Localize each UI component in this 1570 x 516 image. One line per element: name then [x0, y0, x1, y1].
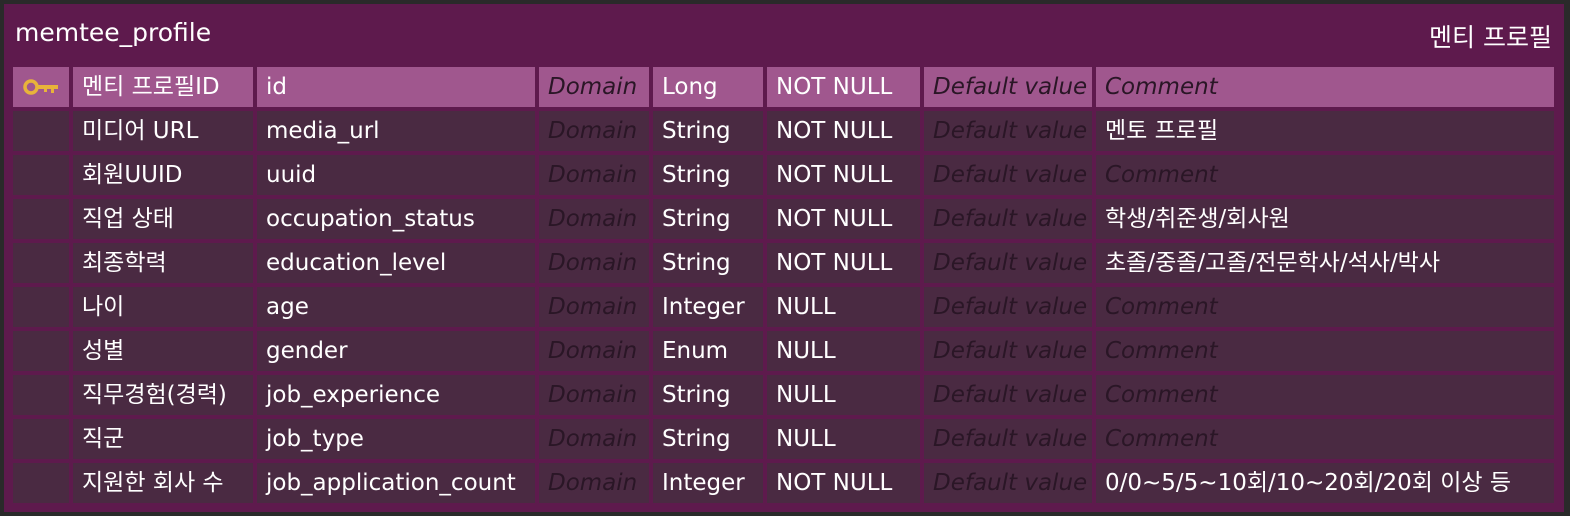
type-cell: String	[653, 155, 763, 195]
physical-name-cell: uuid	[257, 155, 535, 195]
type-cell: String	[653, 419, 763, 459]
type-cell: String	[653, 375, 763, 415]
logical-name-cell: 직무경험(경력)	[73, 375, 253, 415]
key-cell	[13, 243, 69, 283]
nullable-cell: NULL	[767, 287, 920, 327]
domain-cell: Domain	[539, 375, 649, 415]
key-cell	[13, 155, 69, 195]
entity-table[interactable]: memtee_profile 멘티 프로필 멘티 프로필ID id Domain Lo…	[4, 4, 1564, 512]
domain-cell: Domain	[539, 331, 649, 371]
key-cell	[13, 419, 69, 459]
physical-name-cell: id	[257, 67, 535, 107]
nullable-cell: NOT NULL	[767, 67, 920, 107]
domain-cell: Domain	[539, 111, 649, 151]
comment-cell: 0/0~5/5~10회/10~20회/20회 이상 등	[1096, 463, 1554, 503]
comment-cell: Comment	[1096, 419, 1554, 459]
physical-name-cell: occupation_status	[257, 199, 535, 239]
domain-cell: Domain	[539, 243, 649, 283]
logical-name-cell: 최종학력	[73, 243, 253, 283]
physical-name-cell: job_application_count	[257, 463, 535, 503]
comment-cell: 학생/취준생/회사원	[1096, 199, 1554, 239]
default-value-cell: Default value	[924, 111, 1092, 151]
domain-cell: Domain	[539, 155, 649, 195]
physical-name-cell: gender	[257, 331, 535, 371]
type-cell: Integer	[653, 287, 763, 327]
key-icon	[23, 79, 58, 95]
key-cell	[13, 199, 69, 239]
physical-name-cell: education_level	[257, 243, 535, 283]
type-cell: Integer	[653, 463, 763, 503]
nullable-cell: NULL	[767, 375, 920, 415]
comment-cell: Comment	[1096, 287, 1554, 327]
nullable-cell: NOT NULL	[767, 243, 920, 283]
default-value-cell: Default value	[924, 287, 1092, 327]
default-value-cell: Default value	[924, 67, 1092, 107]
type-cell: String	[653, 199, 763, 239]
comment-cell: Comment	[1096, 331, 1554, 371]
logical-name-cell: 미디어 URL	[73, 111, 253, 151]
nullable-cell: NOT NULL	[767, 155, 920, 195]
type-cell: Enum	[653, 331, 763, 371]
comment-cell: Comment	[1096, 375, 1554, 415]
physical-name-cell: job_type	[257, 419, 535, 459]
default-value-cell: Default value	[924, 243, 1092, 283]
logical-name-cell: 회원UUID	[73, 155, 253, 195]
default-value-cell: Default value	[924, 331, 1092, 371]
physical-name-cell: job_experience	[257, 375, 535, 415]
key-cell	[13, 67, 69, 107]
type-cell: String	[653, 243, 763, 283]
domain-cell: Domain	[539, 287, 649, 327]
domain-cell: Domain	[539, 463, 649, 503]
logical-name-cell: 멘티 프로필ID	[73, 67, 253, 107]
comment-cell: 멘토 프로필	[1096, 111, 1554, 151]
logical-name-cell: 지원한 회사 수	[73, 463, 253, 503]
domain-cell: Domain	[539, 67, 649, 107]
nullable-cell: NULL	[767, 419, 920, 459]
logical-name-cell: 직군	[73, 419, 253, 459]
entity-physical-name: memtee_profile	[15, 18, 212, 47]
logical-name-cell: 직업 상태	[73, 199, 253, 239]
key-cell	[13, 287, 69, 327]
nullable-cell: NOT NULL	[767, 199, 920, 239]
physical-name-cell: age	[257, 287, 535, 327]
default-value-cell: Default value	[924, 375, 1092, 415]
type-cell: String	[653, 111, 763, 151]
default-value-cell: Default value	[924, 155, 1092, 195]
nullable-cell: NOT NULL	[767, 463, 920, 503]
default-value-cell: Default value	[924, 463, 1092, 503]
key-cell	[13, 375, 69, 415]
key-cell	[13, 463, 69, 503]
default-value-cell: Default value	[924, 199, 1092, 239]
logical-name-cell: 성별	[73, 331, 253, 371]
logical-name-cell: 나이	[73, 287, 253, 327]
type-cell: Long	[653, 67, 763, 107]
domain-cell: Domain	[539, 199, 649, 239]
comment-cell: 초졸/중졸/고졸/전문학사/석사/박사	[1096, 243, 1554, 283]
physical-name-cell: media_url	[257, 111, 535, 151]
nullable-cell: NOT NULL	[767, 111, 920, 151]
domain-cell: Domain	[539, 419, 649, 459]
entity-header: memtee_profile 멘티 프로필	[4, 4, 1564, 66]
entity-logical-name: 멘티 프로필	[1429, 23, 1552, 52]
key-cell	[13, 331, 69, 371]
key-cell	[13, 111, 69, 151]
nullable-cell: NULL	[767, 331, 920, 371]
default-value-cell: Default value	[924, 419, 1092, 459]
comment-cell: Comment	[1096, 67, 1554, 107]
comment-cell: Comment	[1096, 155, 1554, 195]
